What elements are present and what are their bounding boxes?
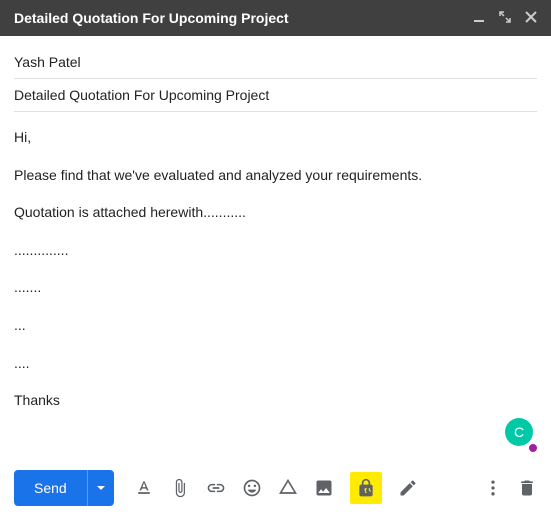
close-icon[interactable] xyxy=(525,10,537,26)
body-line2: Quotation is attached herewith..........… xyxy=(14,203,537,223)
more-options-icon[interactable] xyxy=(483,478,503,498)
compose-toolbar: Send xyxy=(14,470,537,506)
confidential-mode-icon[interactable] xyxy=(350,472,382,504)
header-controls xyxy=(473,10,537,26)
image-icon[interactable] xyxy=(314,478,334,498)
drive-icon[interactable] xyxy=(278,478,298,498)
compose-body: Yash Patel Detailed Quotation For Upcomi… xyxy=(0,36,551,449)
send-dropdown-button[interactable] xyxy=(87,470,114,506)
recipient-field[interactable]: Yash Patel xyxy=(14,46,537,79)
formatting-icon[interactable] xyxy=(134,478,154,498)
send-button[interactable]: Send xyxy=(14,470,87,506)
body-line1: Please find that we've evaluated and ana… xyxy=(14,166,537,186)
expand-icon[interactable] xyxy=(499,10,511,26)
body-line5: ... xyxy=(14,316,537,336)
minimize-icon[interactable] xyxy=(473,10,485,26)
pen-icon[interactable] xyxy=(398,478,418,498)
compose-header: Detailed Quotation For Upcoming Project xyxy=(0,0,551,36)
body-line3: .............. xyxy=(14,241,537,261)
avatar-letter: C xyxy=(514,424,524,440)
avatar-status-dot xyxy=(529,444,537,452)
attach-icon[interactable] xyxy=(170,478,190,498)
avatar[interactable]: C xyxy=(505,418,533,446)
delete-icon[interactable] xyxy=(517,478,537,498)
send-group: Send xyxy=(14,470,114,506)
body-signoff: Thanks xyxy=(14,391,537,411)
body-greeting: Hi, xyxy=(14,128,537,148)
body-line4: ....... xyxy=(14,278,537,298)
message-body[interactable]: Hi, Please find that we've evaluated and… xyxy=(14,112,537,439)
right-tools xyxy=(483,478,537,498)
body-line6: .... xyxy=(14,354,537,374)
emoji-icon[interactable] xyxy=(242,478,262,498)
link-icon[interactable] xyxy=(206,478,226,498)
subject-field[interactable]: Detailed Quotation For Upcoming Project xyxy=(14,79,537,112)
formatting-tools xyxy=(134,478,418,498)
header-title: Detailed Quotation For Upcoming Project xyxy=(14,10,473,26)
